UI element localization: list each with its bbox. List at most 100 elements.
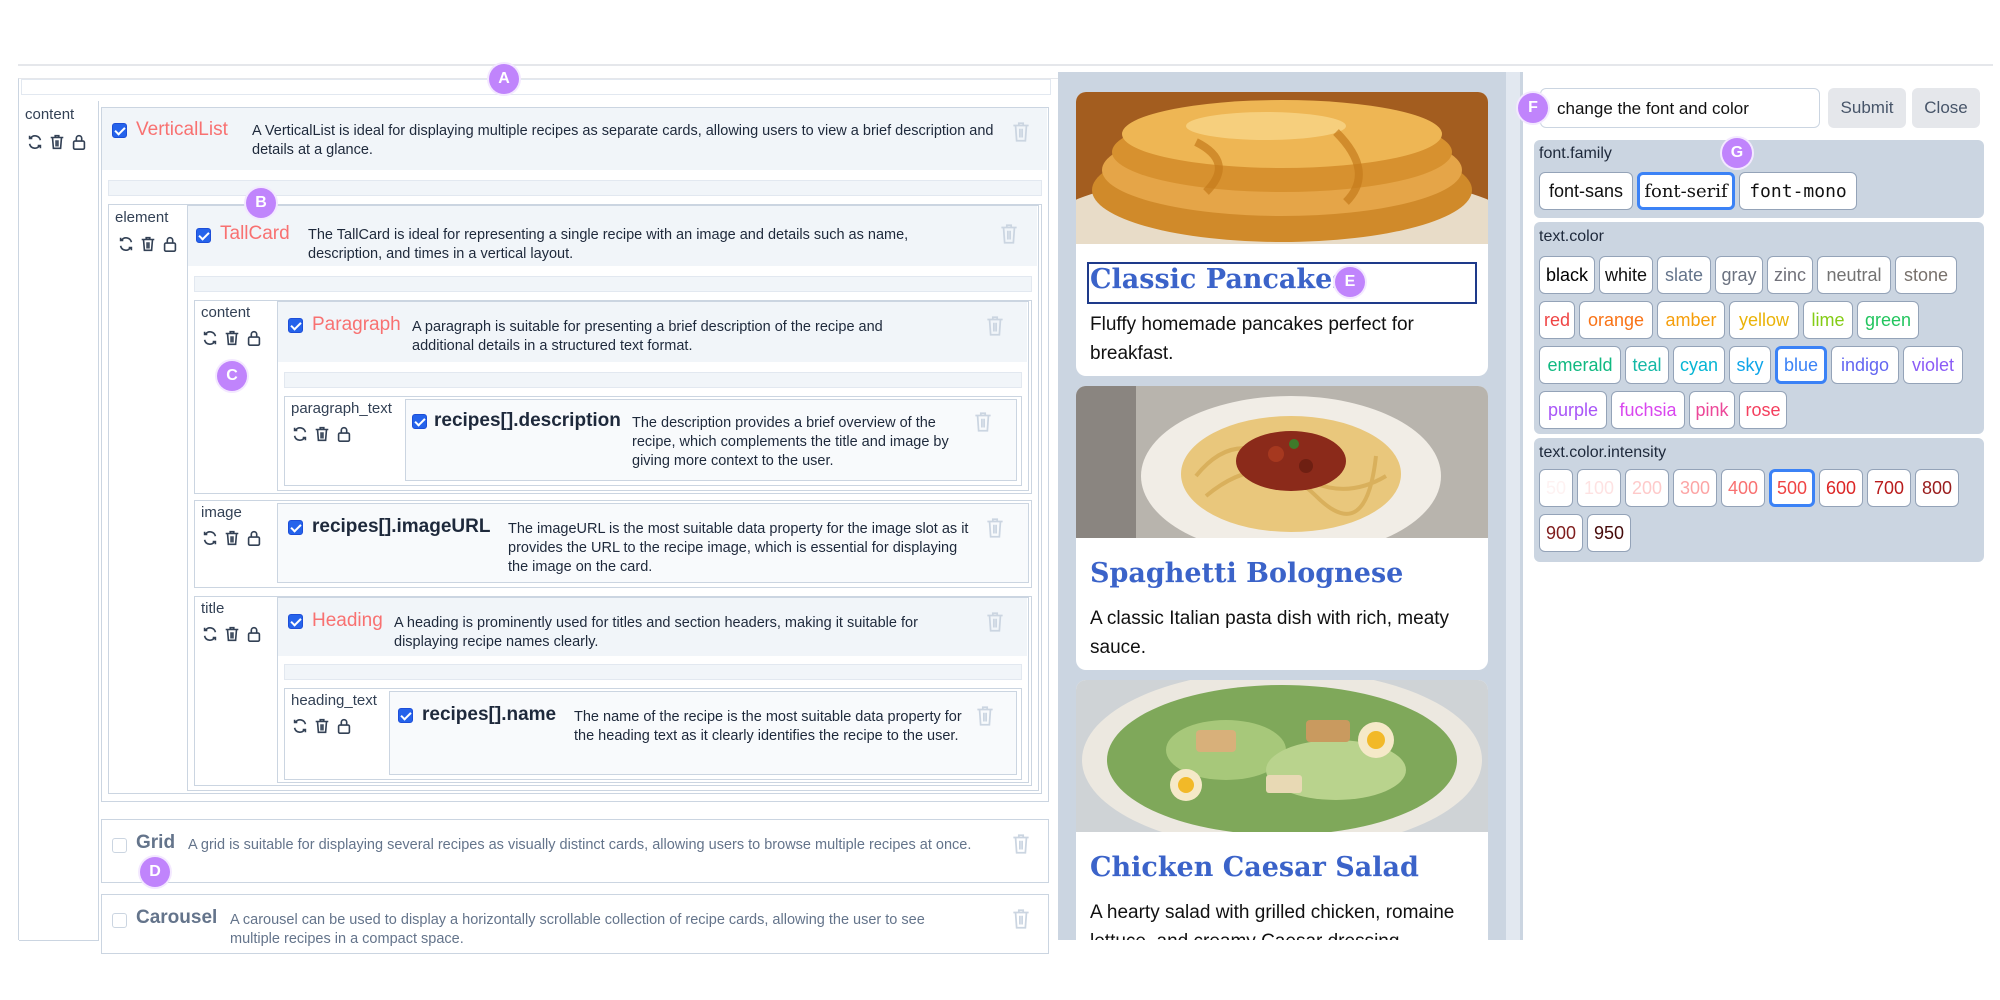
recipe-card[interactable]: Spaghetti Bolognese A classic Italian pa… [1076, 386, 1488, 670]
slot-label: image [201, 504, 242, 521]
trash-icon[interactable] [139, 235, 157, 253]
color-chip-violet[interactable]: violet [1903, 346, 1963, 384]
tallcard-desc: The TallCard is ideal for representing a… [308, 227, 909, 262]
color-chip-gray[interactable]: gray [1715, 256, 1763, 294]
color-chip-cyan[interactable]: cyan [1673, 346, 1725, 384]
intensity-chip-800[interactable]: 800 [1915, 469, 1959, 507]
color-chip-amber[interactable]: amber [1657, 301, 1725, 339]
color-chip-rose[interactable]: rose [1739, 391, 1787, 429]
color-chip-green[interactable]: green [1857, 301, 1919, 339]
intensity-chip-400[interactable]: 400 [1721, 469, 1765, 507]
paragraph-trash-icon[interactable] [984, 314, 1006, 343]
color-chip-yellow[interactable]: yellow [1729, 301, 1799, 339]
intensity-chip-500[interactable]: 500 [1769, 469, 1815, 507]
submit-button[interactable]: Submit [1828, 88, 1906, 128]
tallcard-card: TallCard The TallCard is ideal for repre… [187, 205, 1039, 791]
color-chip-zinc[interactable]: zinc [1767, 256, 1813, 294]
intensity-chip-700[interactable]: 700 [1867, 469, 1911, 507]
intensity-chip-900[interactable]: 900 [1539, 514, 1583, 552]
imageurl-prop-checkbox[interactable] [288, 520, 303, 535]
description-prop-trash-icon[interactable] [972, 410, 994, 439]
carousel-checkbox[interactable] [112, 913, 127, 928]
intensity-chip-200[interactable]: 200 [1625, 469, 1669, 507]
trash-icon[interactable] [223, 625, 241, 643]
regenerate-icon[interactable] [291, 425, 309, 443]
resize-handle[interactable] [1506, 72, 1520, 940]
carousel-trash-icon[interactable] [1010, 907, 1032, 936]
tallcard-checkbox[interactable] [196, 228, 211, 243]
regenerate-icon[interactable] [201, 329, 219, 347]
trash-icon[interactable] [48, 133, 66, 151]
top-divider [18, 64, 1993, 66]
color-chip-stone[interactable]: stone [1895, 256, 1957, 294]
prompt-input[interactable]: change the font and color [1540, 88, 1820, 128]
color-chip-fuchsia[interactable]: fuchsia [1611, 391, 1685, 429]
heading-card: Heading A heading is prominently used fo… [277, 597, 1029, 783]
recipe-card[interactable]: Chicken Caesar Salad A hearty salad with… [1076, 680, 1488, 940]
lock-icon[interactable] [245, 329, 263, 347]
description-prop-checkbox[interactable] [412, 414, 427, 429]
lock-icon[interactable] [245, 625, 263, 643]
intensity-chip-50[interactable]: 50 [1539, 469, 1573, 507]
heading-checkbox[interactable] [288, 614, 303, 629]
font-serif-chip[interactable]: font-serif [1637, 172, 1735, 210]
color-chip-purple[interactable]: purple [1539, 391, 1607, 429]
font-mono-chip[interactable]: font-mono [1739, 172, 1857, 210]
color-chip-sky[interactable]: sky [1729, 346, 1771, 384]
carousel-option[interactable]: Carousel A carousel can be used to displ… [101, 894, 1049, 954]
imageurl-prop-trash-icon[interactable] [984, 516, 1006, 545]
heading-desc: A heading is prominently used for titles… [394, 615, 918, 650]
annotation-marker-b: B [246, 188, 276, 218]
carousel-desc: A carousel can be used to display a hori… [230, 912, 925, 947]
grid-checkbox[interactable] [112, 838, 127, 853]
color-chip-pink[interactable]: pink [1689, 391, 1735, 429]
slot-label: paragraph_text [291, 400, 392, 417]
trash-icon[interactable] [223, 329, 241, 347]
color-chip-neutral[interactable]: neutral [1817, 256, 1891, 294]
color-chip-emerald[interactable]: emerald [1539, 346, 1621, 384]
regenerate-icon[interactable] [26, 133, 44, 151]
trash-icon[interactable] [223, 529, 241, 547]
image-slot: image recipes[].imageURL The imageURL is… [194, 500, 1032, 588]
lock-icon[interactable] [335, 425, 353, 443]
name-prop-checkbox[interactable] [398, 708, 413, 723]
color-chip-white[interactable]: white [1599, 256, 1653, 294]
regenerate-icon[interactable] [291, 717, 309, 735]
name-prop-trash-icon[interactable] [974, 704, 996, 733]
intensity-chip-600[interactable]: 600 [1819, 469, 1863, 507]
color-chip-slate[interactable]: slate [1657, 256, 1711, 294]
tallcard-trash-icon[interactable] [998, 222, 1020, 251]
verticallist-trash-icon[interactable] [1010, 120, 1032, 149]
grid-trash-icon[interactable] [1010, 832, 1032, 861]
heading-trash-icon[interactable] [984, 610, 1006, 639]
intensity-chip-950[interactable]: 950 [1587, 514, 1631, 552]
grid-option[interactable]: Grid A grid is suitable for displaying s… [101, 819, 1049, 883]
regenerate-icon[interactable] [117, 235, 135, 253]
color-chip-indigo[interactable]: indigo [1831, 346, 1899, 384]
recipe-card[interactable]: Classic Pancakes Fluffy homemade pancake… [1076, 92, 1488, 376]
recipe-image [1076, 680, 1488, 832]
intensity-chip-100[interactable]: 100 [1577, 469, 1621, 507]
color-chip-red[interactable]: red [1539, 301, 1575, 339]
paragraph-checkbox[interactable] [288, 318, 303, 333]
color-chip-blue[interactable]: blue [1775, 346, 1827, 384]
color-chip-black[interactable]: black [1539, 256, 1595, 294]
trash-icon[interactable] [313, 425, 331, 443]
intensity-chip-300[interactable]: 300 [1673, 469, 1717, 507]
color-chip-teal[interactable]: teal [1625, 346, 1669, 384]
close-button[interactable]: Close [1912, 88, 1980, 128]
lock-icon[interactable] [245, 529, 263, 547]
color-chip-lime[interactable]: lime [1803, 301, 1853, 339]
regenerate-icon[interactable] [201, 529, 219, 547]
trash-icon[interactable] [313, 717, 331, 735]
font-sans-chip[interactable]: font-sans [1539, 172, 1633, 210]
recipe-image [1076, 92, 1488, 244]
regenerate-icon[interactable] [201, 625, 219, 643]
intensity-group: text.color.intensity 50 100 200 300 400 … [1534, 438, 1984, 562]
lock-icon[interactable] [161, 235, 179, 253]
verticallist-checkbox[interactable] [112, 123, 127, 138]
group-label: text.color.intensity [1539, 444, 1667, 461]
color-chip-orange[interactable]: orange [1579, 301, 1653, 339]
lock-icon[interactable] [70, 133, 88, 151]
lock-icon[interactable] [335, 717, 353, 735]
